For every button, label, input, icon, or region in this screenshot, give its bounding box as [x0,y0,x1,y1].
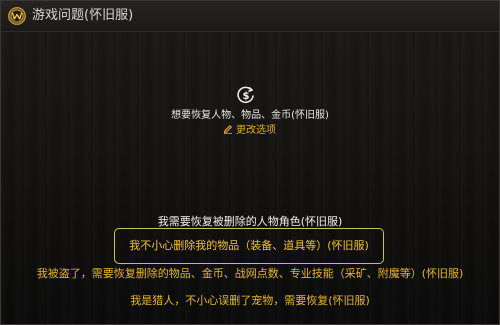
issue-summary: 想要恢复人物、物品、金币(怀旧服) [171,110,329,121]
wow-logo-icon [8,7,26,25]
svg-text:$: $ [243,91,250,102]
restore-dollar-icon: $ [237,86,254,104]
option-hunter-pet-restore[interactable]: 我是猎人，不小心误删了宠物，需要恢复(怀旧服) [1,293,499,309]
game-issue-window: 游戏问题(怀旧服) $ 想要恢复人物、物品、金币(怀旧服) 更改选项 我需要恢复… [0,0,500,325]
option-hacked-restore[interactable]: 我被盗了，需要恢复删除的物品、金币、战网点数、专业技能（采矿、附魔等）(怀旧服) [1,266,499,282]
title-bar: 游戏问题(怀旧服) [1,1,499,32]
change-option-label: 更改选项 [236,125,276,136]
change-option-link[interactable]: 更改选项 [223,124,276,138]
pencil-icon [223,125,232,134]
option-restore-deleted-items[interactable]: 我不小心删除我的物品（装备、道具等）(怀旧服) [114,228,384,264]
window-title: 游戏问题(怀旧服) [32,8,134,23]
